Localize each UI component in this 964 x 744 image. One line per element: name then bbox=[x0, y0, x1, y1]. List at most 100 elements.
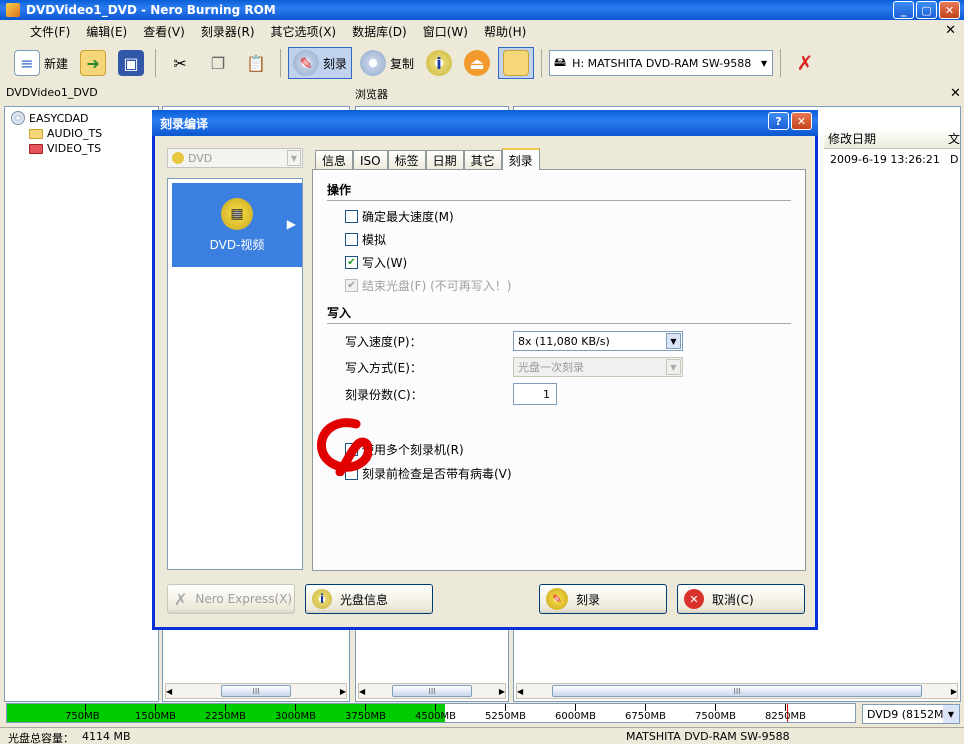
cut-button[interactable]: ✂ bbox=[163, 47, 197, 79]
help-button[interactable]: ? bbox=[768, 112, 789, 130]
tab-iso[interactable]: ISO bbox=[353, 150, 388, 170]
browser-toggle-button[interactable] bbox=[498, 47, 535, 79]
nero-start-button[interactable]: ✗ bbox=[788, 47, 822, 79]
option-write[interactable]: ✔ 写入(W) bbox=[345, 254, 407, 271]
tab-burn[interactable]: 刻录 bbox=[501, 148, 540, 170]
tree-root[interactable]: EASYCDAD bbox=[11, 111, 89, 125]
capacity-tick-label: 3000MB bbox=[275, 711, 316, 722]
disc-type-combo: DVD ▼ bbox=[167, 148, 303, 168]
total-capacity-value: 4114 MB bbox=[82, 730, 131, 743]
scroll-thumb[interactable]: III bbox=[552, 685, 922, 697]
disc-info-toolbar-button[interactable]: i bbox=[422, 47, 456, 79]
capacity-tick-mark bbox=[85, 704, 86, 711]
checkbox-checked-disabled: ✔ bbox=[345, 279, 358, 292]
open-button[interactable]: ➜ bbox=[76, 47, 110, 79]
horizontal-scrollbar[interactable]: ◀ III ▶ bbox=[358, 683, 506, 699]
new-button[interactable]: ≡ 新建 bbox=[10, 47, 72, 79]
tab-info[interactable]: 信息 bbox=[315, 150, 354, 170]
toolbar-separator bbox=[155, 49, 157, 77]
capacity-tick-label: 3750MB bbox=[345, 711, 386, 722]
drive-select[interactable]: 🖴 H: MATSHITA DVD-RAM SW-9588 ▼ bbox=[549, 50, 774, 76]
disc-type-select[interactable]: DVD9 (8152MB) ▼ bbox=[862, 704, 960, 724]
checkbox-checked[interactable]: ✔ bbox=[345, 443, 358, 456]
burn-toolbar-label: 刻录 bbox=[323, 56, 348, 71]
option-simulate[interactable]: 模拟 bbox=[345, 231, 386, 248]
checkbox[interactable] bbox=[345, 233, 358, 246]
scroll-left-icon[interactable]: ◀ bbox=[517, 687, 523, 696]
column-header-modified[interactable]: 修改日期 bbox=[824, 129, 944, 149]
checkbox[interactable] bbox=[345, 210, 358, 223]
section-actions: 操作 bbox=[327, 183, 352, 197]
scroll-right-icon[interactable]: ▶ bbox=[499, 687, 505, 696]
dialog-close-button[interactable]: ✕ bbox=[791, 112, 812, 130]
burn-toolbar-button[interactable]: ✎ 刻录 bbox=[288, 47, 353, 79]
capacity-tick-label: 8250MB bbox=[765, 711, 806, 722]
project-item-label: DVD-视频 bbox=[209, 237, 265, 252]
chevron-down-icon[interactable]: ▼ bbox=[756, 51, 772, 75]
scroll-right-icon[interactable]: ▶ bbox=[340, 687, 346, 696]
close-button[interactable]: ✕ bbox=[939, 1, 960, 19]
capacity-tick-label: 6750MB bbox=[625, 711, 666, 722]
capacity-tick-mark bbox=[575, 704, 576, 711]
copy-file-button[interactable]: ❐ bbox=[201, 47, 235, 79]
copies-label: 刻录份数(C)： bbox=[345, 388, 423, 402]
option-multiple-recorders[interactable]: ✔ 使用多个刻录机(R) bbox=[345, 441, 464, 458]
minimize-button[interactable]: _ bbox=[893, 1, 914, 19]
project-item-dvd-video[interactable]: ▦ DVD-视频 ▶ bbox=[172, 183, 302, 267]
menu-extras[interactable]: 其它选项(X) bbox=[263, 23, 345, 40]
compilation-title: DVDVideo1_DVD bbox=[6, 86, 98, 99]
capacity-tick-mark bbox=[435, 704, 436, 711]
mdi-close-icon[interactable]: ✕ bbox=[945, 23, 956, 38]
browser-close-icon[interactable]: ✕ bbox=[950, 86, 961, 104]
menu-recorder[interactable]: 刻录器(R) bbox=[193, 23, 263, 40]
tab-misc[interactable]: 其它 bbox=[463, 150, 502, 170]
scroll-thumb[interactable]: III bbox=[392, 685, 472, 697]
menu-edit[interactable]: 编辑(E) bbox=[78, 23, 135, 40]
option-determine-max-speed[interactable]: 确定最大速度(M) bbox=[345, 208, 454, 225]
chevron-down-icon[interactable]: ▼ bbox=[666, 333, 681, 349]
eject-button[interactable]: ⏏ bbox=[460, 47, 494, 79]
copies-input[interactable]: 1 bbox=[513, 383, 557, 405]
horizontal-scrollbar[interactable]: ◀ III ▶ bbox=[516, 683, 958, 699]
scroll-left-icon[interactable]: ◀ bbox=[359, 687, 365, 696]
burn-disc-icon: ✎ bbox=[546, 588, 568, 610]
write-speed-select[interactable]: 8x (11,080 KB/s) ▼ bbox=[513, 331, 683, 351]
tree-item-audio-ts[interactable]: AUDIO_TS bbox=[29, 127, 102, 140]
menu-file[interactable]: 文件(F) bbox=[22, 23, 78, 40]
menu-database[interactable]: 数据库(D) bbox=[344, 23, 415, 40]
tab-date[interactable]: 日期 bbox=[425, 150, 464, 170]
cancel-button[interactable]: ✕ 取消(C) bbox=[677, 584, 805, 614]
burn-button-label: 刻录 bbox=[576, 592, 601, 607]
chevron-down-icon[interactable]: ▼ bbox=[943, 705, 959, 723]
paste-button[interactable]: 📋 bbox=[239, 47, 273, 79]
maximize-button[interactable]: ▢ bbox=[916, 1, 937, 19]
option-virus-check[interactable]: 刻录前检查是否带有病毒(V) bbox=[345, 465, 512, 482]
capacity-tick-mark bbox=[505, 704, 506, 711]
scroll-right-icon[interactable]: ▶ bbox=[951, 687, 957, 696]
menu-view[interactable]: 查看(V) bbox=[135, 23, 193, 40]
disc-info-button[interactable]: i 光盘信息 bbox=[305, 584, 433, 614]
save-button[interactable]: ▣ bbox=[114, 47, 148, 79]
total-capacity-label: 光盘总容量： bbox=[8, 732, 74, 744]
capacity-tick-label: 750MB bbox=[65, 711, 100, 722]
capacity-bar: 750MB 1500MB 2250MB 3000MB 3750MB 4500MB 5250M… bbox=[6, 703, 856, 723]
menu-window[interactable]: 窗口(W) bbox=[415, 23, 476, 40]
tree-item-video-ts[interactable]: VIDEO_TS bbox=[29, 142, 101, 155]
copy-disc-button[interactable]: 复制 bbox=[356, 47, 418, 79]
scroll-left-icon[interactable]: ◀ bbox=[166, 687, 172, 696]
checkbox-checked[interactable]: ✔ bbox=[345, 256, 358, 269]
column-header-type[interactable]: 文 bbox=[944, 129, 960, 149]
checkbox[interactable] bbox=[345, 467, 358, 480]
browser-title: 浏览器 bbox=[355, 88, 388, 101]
drive-select-value: H: MATSHITA DVD-RAM SW-9588 bbox=[572, 56, 752, 70]
burn-button[interactable]: ✎ 刻录 bbox=[539, 584, 667, 614]
folder-icon bbox=[29, 143, 43, 154]
copy-icon: ❐ bbox=[210, 53, 226, 73]
toolbar-separator bbox=[780, 49, 782, 77]
folder-icon bbox=[29, 128, 43, 139]
tab-label[interactable]: 标签 bbox=[387, 150, 426, 170]
menu-help[interactable]: 帮助(H) bbox=[476, 23, 534, 40]
scroll-thumb[interactable]: III bbox=[221, 685, 291, 697]
horizontal-scrollbar[interactable]: ◀ III ▶ bbox=[165, 683, 347, 699]
window-controls: _ ▢ ✕ bbox=[893, 1, 960, 19]
